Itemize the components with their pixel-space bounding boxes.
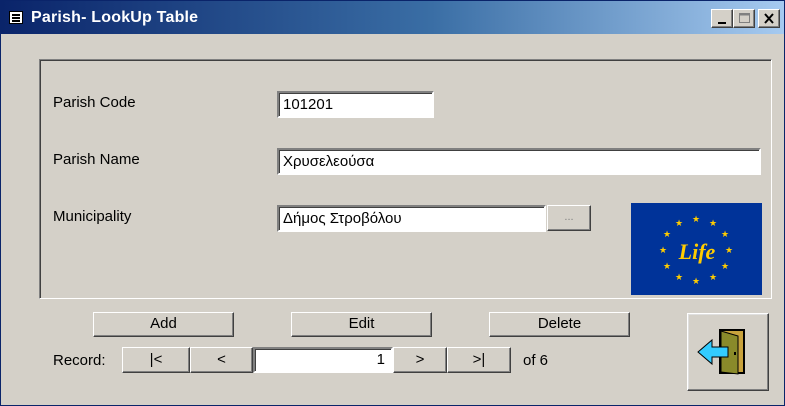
close-icon	[764, 13, 774, 24]
last-record-button[interactable]: >|	[447, 347, 511, 373]
svg-text:★: ★	[725, 245, 733, 255]
parish-code-field[interactable]: 101201	[277, 91, 434, 118]
maximize-icon	[739, 13, 750, 23]
svg-text:★: ★	[709, 272, 717, 282]
edit-button[interactable]: Edit	[291, 312, 432, 337]
minimize-button[interactable]	[711, 9, 733, 28]
svg-text:★: ★	[721, 261, 729, 271]
parish-lookup-window: Parish- LookUp Table Parish Code 101201 …	[0, 0, 785, 406]
svg-text:★: ★	[721, 229, 729, 239]
parish-name-label: Parish Name	[53, 151, 140, 168]
exit-button[interactable]	[687, 313, 769, 391]
svg-text:★: ★	[663, 229, 671, 239]
svg-text:★: ★	[709, 218, 717, 228]
eu-life-logo: ★ ★ ★ ★ ★ ★ ★ ★ ★ ★ ★ ★ Life	[631, 203, 762, 295]
svg-text:★: ★	[692, 276, 700, 286]
window-title: Parish- LookUp Table	[31, 9, 199, 26]
exit-door-icon	[697, 329, 745, 375]
parish-name-field[interactable]: Χρυσελεούσα	[277, 148, 761, 175]
logo-text: Life	[678, 239, 716, 264]
maximize-button[interactable]	[733, 9, 755, 28]
add-button[interactable]: Add	[93, 312, 234, 337]
svg-text:★: ★	[692, 214, 700, 224]
municipality-label: Municipality	[53, 208, 132, 225]
municipality-field[interactable]: Δήμος Στροβόλου	[277, 205, 546, 232]
municipality-browse-button[interactable]: ...	[547, 205, 591, 231]
delete-button[interactable]: Delete	[489, 312, 630, 337]
next-record-button[interactable]: >	[393, 347, 447, 373]
minimize-icon	[718, 22, 726, 24]
first-record-button[interactable]: |<	[122, 347, 190, 373]
svg-text:★: ★	[675, 272, 683, 282]
close-button[interactable]	[758, 9, 780, 28]
form-icon	[9, 11, 23, 24]
svg-text:★: ★	[663, 261, 671, 271]
record-number-field[interactable]: 1	[253, 347, 393, 373]
record-label: Record:	[53, 352, 106, 369]
svg-text:★: ★	[675, 218, 683, 228]
eu-life-logo-icon: ★ ★ ★ ★ ★ ★ ★ ★ ★ ★ ★ ★ Life	[659, 214, 733, 286]
previous-record-button[interactable]: <	[190, 347, 253, 373]
record-count: of 6	[523, 352, 549, 369]
svg-text:★: ★	[659, 245, 667, 255]
parish-code-label: Parish Code	[53, 94, 136, 111]
title-bar[interactable]: Parish- LookUp Table	[1, 1, 784, 34]
